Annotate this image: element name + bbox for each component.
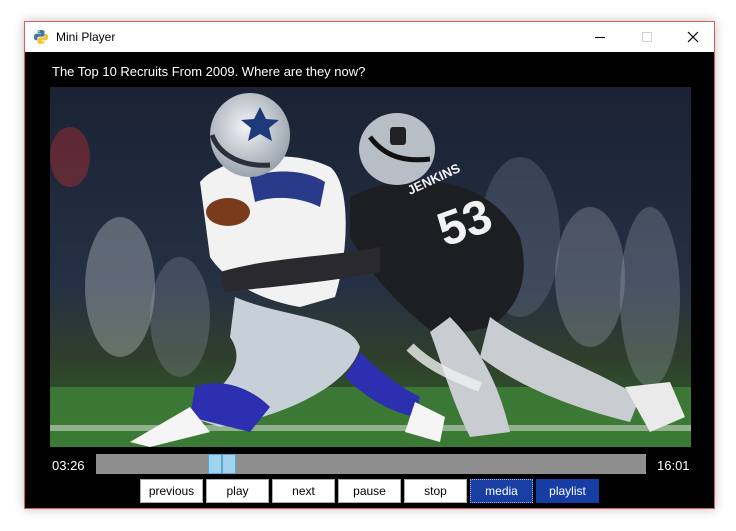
previous-button[interactable]: previous [140,479,203,503]
maximize-button[interactable] [624,22,669,52]
total-time: 16:01 [657,458,690,473]
close-icon [687,31,698,43]
maximize-icon [641,32,652,42]
mini-player-window: Mini Player The Top 10 Recruits From 200… [24,21,715,509]
seek-handle[interactable] [208,454,236,474]
pause-button[interactable]: pause [338,479,401,503]
close-button[interactable] [670,22,715,52]
player-area: The Top 10 Recruits From 2009. Where are… [25,52,714,508]
python-icon [34,30,48,44]
minimize-button[interactable] [577,22,622,52]
window-title: Mini Player [56,30,116,44]
media-button[interactable]: media [470,479,533,503]
playlist-button[interactable]: playlist [536,479,599,503]
minimize-icon [594,37,605,38]
title-bar[interactable]: Mini Player [25,22,714,52]
control-buttons: previous play next pause stop media play… [140,479,599,503]
next-button[interactable]: next [272,479,335,503]
elapsed-time: 03:26 [52,458,85,473]
seek-bar[interactable] [96,454,646,474]
video-image: 53 JENKINS [50,87,691,447]
video-title: The Top 10 Recruits From 2009. Where are… [52,64,366,79]
play-button[interactable]: play [206,479,269,503]
video-frame[interactable]: 53 JENKINS [50,87,691,447]
stop-button[interactable]: stop [404,479,467,503]
